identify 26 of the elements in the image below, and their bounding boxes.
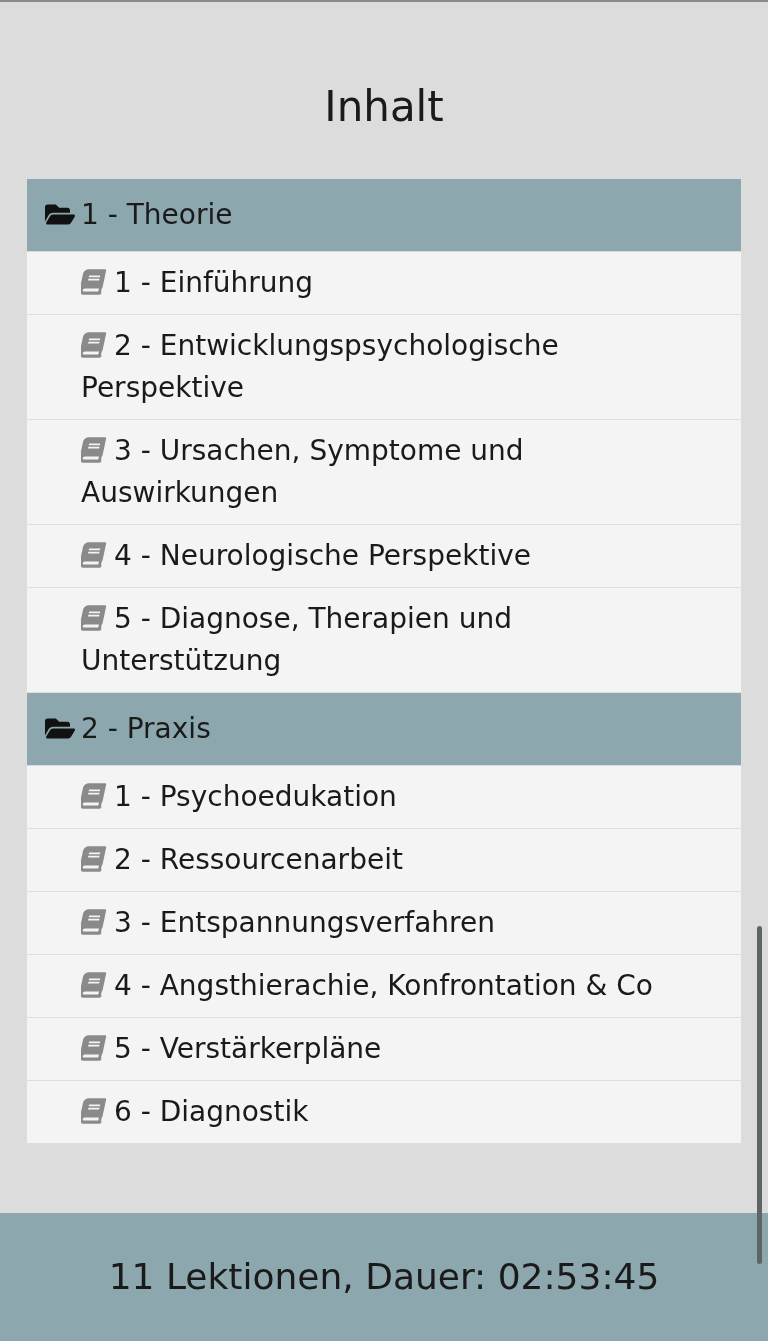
lesson-link[interactable]: 5 - Verstärkerpläne — [27, 1018, 741, 1081]
lesson-link[interactable]: 1 - Einführung — [27, 252, 741, 315]
lesson-link[interactable]: 4 - Neurologische Perspektive — [27, 525, 741, 588]
lesson-link[interactable]: 6 - Diagnostik — [27, 1081, 741, 1144]
lesson-link[interactable]: 2 - Ressourcenarbeit — [27, 829, 741, 892]
section-header[interactable]: 2 - Praxis — [27, 693, 741, 766]
book-icon — [81, 1098, 107, 1124]
lesson-summary: 11 Lektionen, Dauer: 02:53:45 — [108, 1255, 660, 1299]
book-icon — [81, 972, 107, 998]
lesson-link[interactable]: 3 - Entspannungsverfahren — [27, 892, 741, 955]
book-icon — [81, 605, 107, 631]
book-icon — [81, 909, 107, 935]
book-icon — [81, 269, 107, 295]
lesson-link[interactable]: 5 - Diagnose, Therapien und Unterstützung — [27, 588, 741, 693]
section-header[interactable]: 1 - Theorie — [27, 179, 741, 252]
book-icon — [81, 437, 107, 463]
lesson-link[interactable]: 4 - Angsthierachie, Konfrontation & Co — [27, 955, 741, 1018]
book-icon — [81, 1035, 107, 1061]
lesson-link[interactable]: 3 - Ursachen, Symptome und Auswirkungen — [27, 420, 741, 525]
lesson-link[interactable]: 1 - Psychoedukation — [27, 766, 741, 829]
book-icon — [81, 332, 107, 358]
page-title: Inhalt — [324, 83, 444, 131]
book-icon — [81, 846, 107, 872]
lesson-link[interactable]: 2 - Entwicklungspsychologische Perspektive — [27, 315, 741, 420]
book-icon — [81, 783, 107, 809]
book-icon — [81, 542, 107, 568]
